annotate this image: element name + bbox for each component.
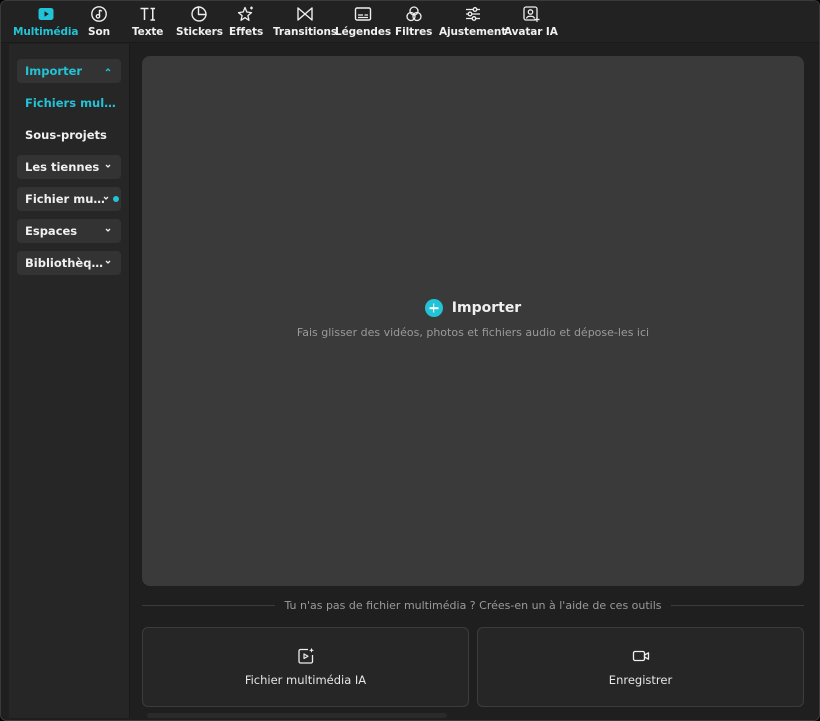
tab-label: Texte	[132, 26, 164, 38]
play-icon	[38, 8, 54, 20]
sidebar-item-label: Sous-projets	[25, 128, 107, 142]
chevron-down-icon	[105, 164, 111, 168]
tab-effets[interactable]: Effets	[229, 5, 263, 38]
import-label: Importer	[451, 300, 522, 316]
camera-icon	[632, 650, 649, 662]
sliders-icon	[465, 7, 480, 21]
horizontal-scrollbar[interactable]	[147, 713, 447, 718]
tab-multimedia[interactable]: Multimédia	[13, 5, 79, 38]
import-button[interactable]: Importer	[142, 299, 804, 317]
tab-label: Transitions	[273, 26, 338, 38]
drop-hint: Fais glisser des vidéos, photos et fichi…	[296, 326, 650, 339]
ai-media-icon	[297, 647, 314, 664]
sidebar-item-label: Fichier multimédia	[25, 192, 105, 206]
sidebar-item-fichier-multimedia[interactable]: Fichier multimédia	[17, 187, 121, 211]
transition-icon	[297, 7, 313, 21]
tab-legendes[interactable]: Légendes	[335, 5, 391, 38]
sidebar-item-bibliotheque[interactable]: Bibliothèque	[17, 251, 121, 275]
chevron-down-icon	[105, 228, 111, 232]
sidebar: Importer Fichiers multimédia Sous-projet…	[9, 44, 130, 718]
tab-filtres[interactable]: Filtres	[395, 5, 432, 38]
empty-state-divider: Tu n'as pas de fichier multimédia ? Crée…	[142, 597, 804, 613]
music-note-icon	[91, 6, 107, 22]
tab-ajustement[interactable]: Ajustement	[439, 5, 506, 38]
notification-dot	[113, 196, 119, 202]
sidebar-item-sous-projets[interactable]: Sous-projets	[17, 123, 121, 147]
tab-stickers[interactable]: Stickers	[176, 5, 223, 38]
divider-line	[142, 604, 276, 606]
sidebar-item-label: Espaces	[25, 224, 78, 238]
sidebar-item-fichiers-multimedia[interactable]: Fichiers multimédia	[17, 91, 121, 115]
tab-label: Ajustement	[439, 26, 507, 38]
import-dropzone[interactable]: Importer Fais glisser des vidéos, photos…	[142, 56, 804, 586]
sidebar-item-espaces[interactable]: Espaces	[17, 219, 121, 243]
text-icon	[140, 7, 155, 21]
chevron-down-icon	[103, 196, 109, 200]
divider-text: Tu n'as pas de fichier multimédia ? Crée…	[284, 598, 662, 612]
tab-label: Filtres	[395, 26, 433, 38]
card-label: Enregistrer	[608, 673, 673, 687]
sidebar-item-label: Bibliothèque	[25, 256, 105, 270]
top-toolbar: Multimédia Son Texte Stickers Effets Tra…	[1, 1, 819, 43]
filter-icon	[405, 6, 422, 22]
tab-label: Effets	[229, 26, 264, 38]
card-label: Fichier multimédia IA	[244, 673, 367, 687]
sparkle-icon	[237, 6, 254, 21]
tab-son[interactable]: Son	[88, 5, 110, 38]
sidebar-item-label: Importer	[25, 64, 83, 78]
ai-media-card[interactable]: Fichier multimédia IA	[142, 627, 469, 707]
plus-icon	[424, 299, 443, 317]
avatar-icon	[523, 6, 540, 22]
tab-label: Son	[88, 26, 110, 38]
tab-label: Légendes	[335, 26, 392, 38]
chevron-up-icon	[105, 68, 111, 72]
tab-avatar-ia[interactable]: Avatar IA	[504, 5, 558, 38]
sidebar-item-importer[interactable]: Importer	[17, 59, 121, 83]
tab-label: Multimédia	[13, 26, 79, 38]
sidebar-item-label: Les tiennes	[25, 160, 100, 174]
tab-label: Stickers	[176, 26, 223, 38]
sticker-icon	[191, 6, 208, 22]
app-window: Multimédia Son Texte Stickers Effets Tra…	[0, 0, 820, 721]
captions-icon	[354, 7, 372, 21]
divider-line	[670, 604, 804, 606]
sidebar-item-les-tiennes[interactable]: Les tiennes	[17, 155, 121, 179]
tab-transitions[interactable]: Transitions	[273, 5, 337, 38]
sidebar-item-label: Fichiers multimédia	[25, 96, 121, 110]
tab-texte[interactable]: Texte	[132, 5, 163, 38]
main-panel: Importer Fais glisser des vidéos, photos…	[131, 44, 817, 720]
record-card[interactable]: Enregistrer	[477, 627, 804, 707]
tab-label: Avatar IA	[504, 26, 558, 38]
chevron-down-icon	[105, 260, 111, 264]
